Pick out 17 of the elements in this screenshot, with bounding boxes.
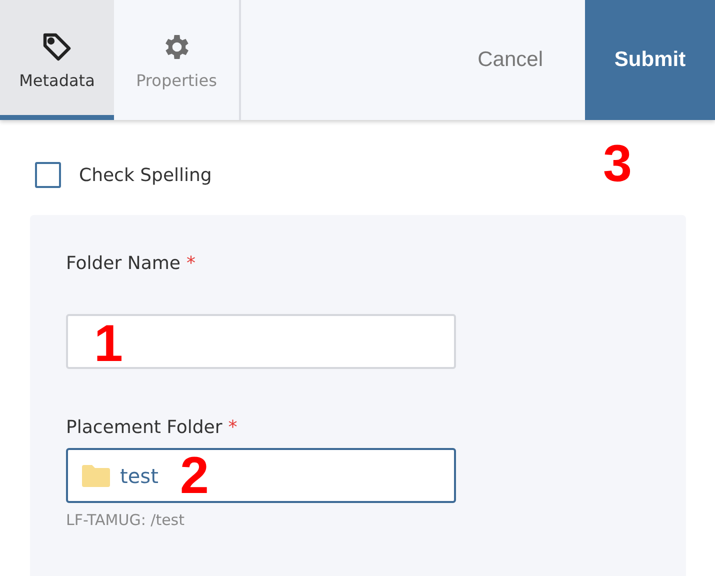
tab[interactable]: Properties — [114, 0, 239, 120]
field-label: Placement Folder * — [66, 417, 238, 438]
cancel-button[interactable]: Cancel — [478, 0, 585, 120]
annotation-number: 2 — [180, 450, 209, 502]
folder-icon — [80, 462, 112, 488]
annotation-number: 3 — [603, 138, 632, 190]
tab-label: Properties — [136, 71, 217, 90]
field-label: Folder Name * — [66, 253, 196, 274]
tab-label: Metadata — [19, 71, 95, 90]
input-field[interactable] — [66, 314, 456, 369]
tag-icon — [41, 31, 73, 63]
annotation-number: 1 — [94, 318, 123, 370]
checkbox-label: Check Spelling — [79, 164, 212, 186]
submit-button[interactable]: Submit — [585, 0, 715, 120]
checkbox[interactable] — [35, 162, 61, 188]
path-hint: LF-TAMUG: /test — [66, 511, 186, 529]
tab[interactable]: Metadata — [0, 0, 114, 120]
